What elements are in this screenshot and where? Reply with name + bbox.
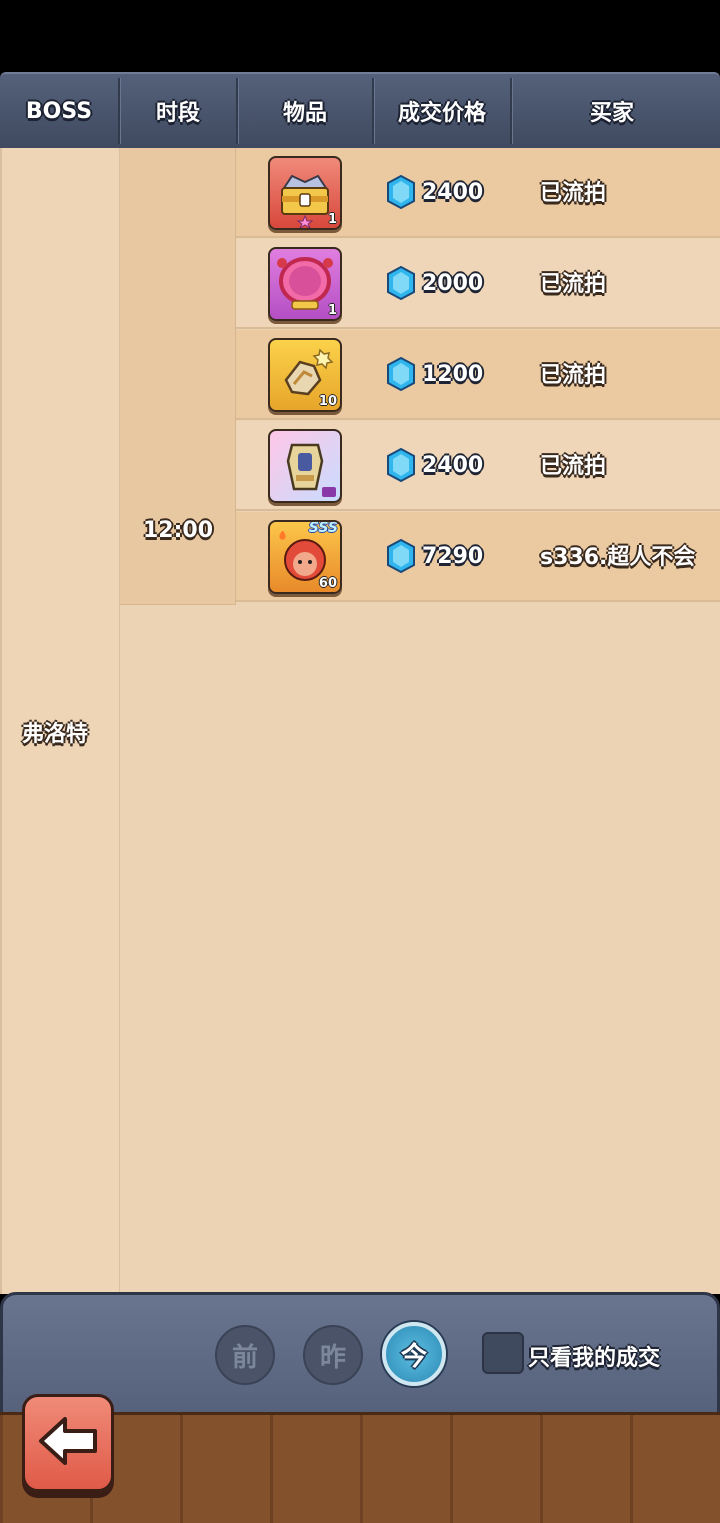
price: 2400 <box>386 174 483 210</box>
price-value: 2400 <box>422 452 484 478</box>
gem-icon <box>387 266 415 300</box>
treasure-chest-icon[interactable]: 1 <box>268 156 342 230</box>
price-value: 2400 <box>422 179 484 205</box>
golden-gauntlet-icon[interactable]: 10 <box>268 338 342 412</box>
gem-icon <box>387 175 415 209</box>
gem-icon <box>387 357 415 391</box>
header-item: 物品 <box>282 101 327 126</box>
price: 1200 <box>386 356 483 392</box>
item-quantity: 60 <box>318 576 337 591</box>
price-value: 2000 <box>422 270 484 296</box>
item-quantity: 1 <box>327 212 337 227</box>
header-price: 成交价格 <box>397 101 486 126</box>
header-period: 时段 <box>155 101 200 126</box>
buyer-name: s336.超人不会 <box>540 545 696 570</box>
armor-piece-icon[interactable] <box>268 429 342 503</box>
arrow-left-icon <box>39 1417 97 1465</box>
price: 2400 <box>386 447 483 483</box>
only-mine-checkbox[interactable] <box>482 1332 524 1374</box>
buyer-name: 已流拍 <box>540 454 607 479</box>
table-row: 2400 已流拍 <box>236 421 720 511</box>
price-value: 7290 <box>422 543 484 569</box>
table-row: SSS 60 7290 s336.超人不会 <box>236 512 720 602</box>
pink-frame-icon[interactable]: 1 <box>268 247 342 321</box>
time-slot-label: 12:00 <box>142 518 214 543</box>
yesterday-button[interactable]: 昨 <box>303 1325 363 1385</box>
hero-portrait-icon[interactable]: SSS 60 <box>268 520 342 594</box>
table-header: BOSS 时段 物品 成交价格 买家 <box>0 72 720 148</box>
item-quantity: 10 <box>318 394 337 409</box>
header-boss: BOSS <box>25 98 93 124</box>
only-mine-label[interactable]: 只看我的成交 <box>528 1340 660 1372</box>
gem-icon <box>387 539 415 573</box>
item-quantity: 1 <box>327 303 337 318</box>
status-bar <box>0 0 720 72</box>
gem-icon <box>387 448 415 482</box>
back-button[interactable] <box>22 1394 114 1492</box>
item-rank: SSS <box>308 520 338 536</box>
time-slot-cell: 12:00 <box>120 148 236 605</box>
table-row: 1 2000 已流拍 <box>236 239 720 329</box>
buyer-name: 已流拍 <box>540 181 607 206</box>
day-before-button[interactable]: 前 <box>215 1325 275 1385</box>
boss-name: 弗洛特 <box>22 722 89 747</box>
buyer-name: 已流拍 <box>540 272 607 297</box>
price: 7290 <box>386 538 483 574</box>
table-row: 1 2400 已流拍 <box>236 148 720 238</box>
today-button[interactable]: 今 <box>382 1322 446 1386</box>
header-buyer: 买家 <box>589 101 634 126</box>
price-value: 1200 <box>422 361 484 387</box>
buyer-name: 已流拍 <box>540 363 607 388</box>
price: 2000 <box>386 265 483 301</box>
table-row: 10 1200 已流拍 <box>236 330 720 420</box>
